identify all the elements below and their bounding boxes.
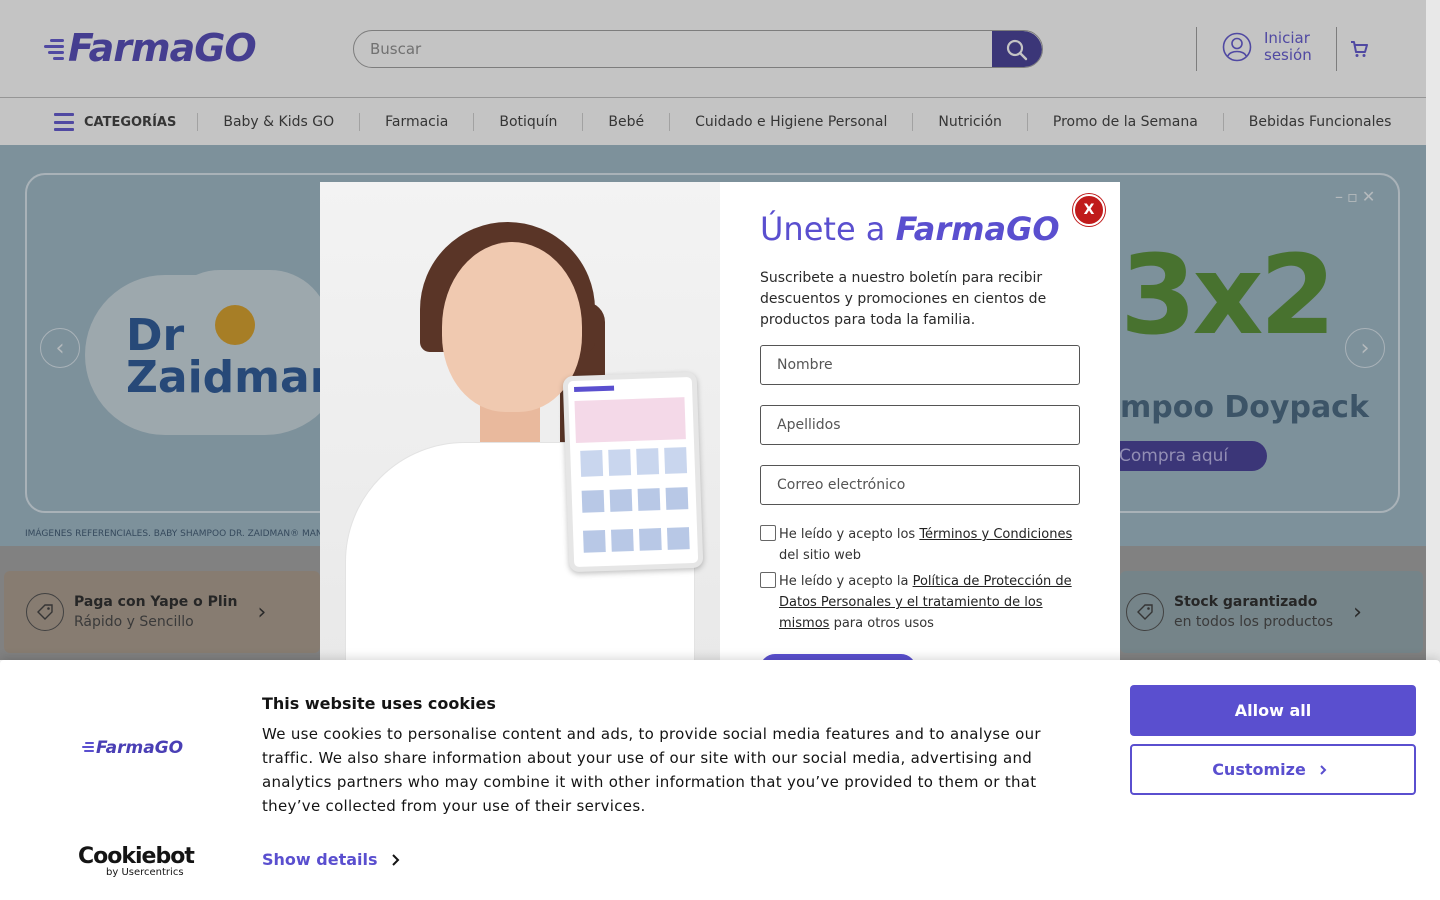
cookie-banner: FarmaGO This website uses cookies We use… (0, 660, 1440, 900)
newsletter-form: Únete a FarmaGO Suscribete a nuestro bol… (720, 182, 1120, 660)
doctor-illustration (320, 182, 720, 660)
modal-title: Únete a FarmaGO (760, 210, 1060, 248)
customize-label: Customize (1212, 760, 1306, 779)
privacy-checkbox[interactable] (760, 572, 776, 588)
cookiebot-name: Cookiebot (78, 844, 195, 869)
modal-title-prefix: Únete a (760, 210, 896, 248)
cookiebot-logo[interactable]: Cookiebot by Usercentrics (78, 844, 195, 878)
privacy-text: He leído y acepto la Política de Protecc… (779, 574, 1072, 631)
tablet-image (562, 371, 704, 573)
privacy-checkbox-row: He leído y acepto la Política de Protecc… (760, 571, 1080, 634)
cookie-description: We use cookies to personalise content an… (262, 725, 1041, 815)
modal-description: Suscribete a nuestro boletín para recibi… (760, 270, 1047, 328)
show-details-label: Show details (262, 850, 378, 869)
show-details-link[interactable]: Show details (262, 850, 406, 869)
close-modal-button[interactable]: X (1073, 194, 1105, 226)
cookie-brand-logo: FarmaGO (82, 738, 183, 758)
lastname-field[interactable] (760, 405, 1080, 445)
newsletter-modal: Únete a FarmaGO Suscribete a nuestro bol… (320, 182, 1120, 660)
chevron-right-icon (391, 853, 399, 866)
cookie-title: This website uses cookies (262, 694, 496, 713)
allow-all-button[interactable]: Allow all (1130, 685, 1416, 736)
modal-title-brand: FarmaGO (895, 210, 1060, 248)
name-field[interactable] (760, 345, 1080, 385)
email-field[interactable] (760, 465, 1080, 505)
cookie-logo-text: FarmaGO (96, 738, 184, 758)
terms-checkbox[interactable] (760, 525, 776, 541)
chevron-right-icon (1320, 764, 1327, 775)
customize-button[interactable]: Customize (1130, 744, 1416, 795)
terms-link[interactable]: Términos y Condiciones (919, 527, 1072, 542)
terms-checkbox-row: He leído y acepto los Términos y Condici… (760, 524, 1080, 566)
cookiebot-by: by Usercentrics (106, 867, 184, 878)
logo-speed-lines-icon (82, 740, 94, 756)
terms-text: He leído y acepto los Términos y Condici… (779, 527, 1073, 563)
